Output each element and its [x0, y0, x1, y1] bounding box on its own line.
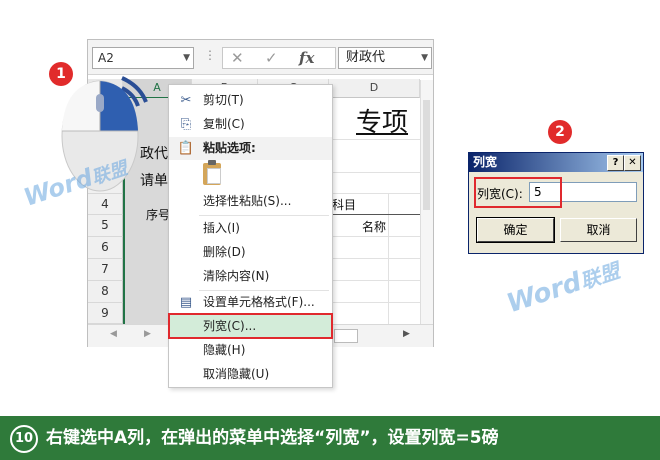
cancel-icon[interactable]: ✕	[231, 48, 244, 68]
clipboard-clip	[208, 160, 216, 165]
step-caption: 右键选中A列，在弹出的菜单中选择“列宽”，设置列宽=5磅	[46, 428, 499, 448]
formula-buttons: ✕ ✓ fx	[222, 47, 336, 69]
row-header-5[interactable]: 5	[88, 215, 123, 237]
more-dots-icon: ⋮	[204, 48, 216, 62]
row-header-6[interactable]: 6	[88, 237, 123, 259]
column-header-d[interactable]: D	[329, 79, 420, 98]
sheet-title: 专项	[356, 108, 409, 138]
name-box-value: A2	[98, 51, 114, 65]
menu-item-paste-options: 📋 粘贴选项:	[169, 137, 332, 160]
scroll-right-icon[interactable]: ▶	[144, 329, 151, 339]
chevron-down-icon[interactable]: ▼	[414, 48, 428, 68]
grid-line	[329, 236, 420, 237]
horizontal-scrollbar[interactable]	[334, 329, 358, 343]
step-badge-1: 1	[49, 62, 73, 86]
fx-icon[interactable]: fx	[299, 48, 314, 68]
clipboard-paper	[207, 168, 221, 184]
menu-item-format-cells[interactable]: ▤ 设置单元格格式(F)...	[169, 291, 332, 314]
menu-item-copy[interactable]: ⎘ 复制(C)	[169, 113, 332, 136]
scissors-icon: ✂	[180, 93, 192, 108]
menu-item-hide[interactable]: 隐藏(H)	[169, 339, 332, 362]
cancel-button[interactable]: 取消	[560, 218, 637, 242]
row-header-4[interactable]: 4	[88, 194, 123, 215]
step-caption-banner: 10 右键选中A列，在弹出的菜单中选择“列宽”，设置列宽=5磅	[0, 416, 660, 460]
scroll-right-icon[interactable]: ▶	[403, 329, 410, 339]
context-menu: ✂ 剪切(T) ⎘ 复制(C) 📋 粘贴选项: 选择性粘贴(S)... 插入(I) 删…	[168, 84, 333, 388]
menu-item-cut[interactable]: ✂ 剪切(T)	[169, 89, 332, 112]
clipboard-icon: 📋	[177, 141, 195, 156]
subject-header: 科目	[332, 198, 357, 212]
column-width-highlight	[168, 313, 333, 339]
format-cells-icon: ▤	[179, 295, 193, 310]
check-icon[interactable]: ✓	[265, 48, 278, 68]
formula-bar[interactable]: 财政代 ▼	[338, 47, 432, 69]
watermark: Word联盟	[503, 258, 623, 320]
row-header-9[interactable]: 9	[88, 303, 123, 324]
menu-item-delete[interactable]: 删除(D)	[169, 241, 332, 264]
ok-button[interactable]: 确定	[476, 217, 555, 243]
paste-clipboard-icon[interactable]	[203, 160, 221, 185]
menu-item-clear-contents[interactable]: 清除内容(N)	[169, 265, 332, 288]
row-header-8[interactable]: 8	[88, 281, 123, 303]
help-icon[interactable]: ?	[607, 155, 624, 171]
menu-separator	[199, 215, 329, 216]
formula-value: 财政代	[346, 50, 386, 65]
step-badge-2: 2	[548, 120, 572, 144]
dialog-field-highlight	[474, 177, 562, 208]
step-number: 10	[10, 425, 38, 453]
table-border	[328, 214, 420, 215]
scroll-left-icon[interactable]: ◀	[110, 329, 117, 339]
grid-line	[329, 193, 420, 194]
grid-line	[329, 258, 420, 259]
menu-item-paste-special[interactable]: 选择性粘贴(S)...	[169, 190, 332, 213]
grid-line	[329, 302, 420, 303]
copy-icon: ⎘	[180, 117, 192, 132]
menu-item-unhide[interactable]: 取消隐藏(U)	[169, 363, 332, 386]
grid-line	[329, 172, 420, 173]
grid-line	[329, 280, 420, 281]
scrollbar-thumb[interactable]	[423, 100, 430, 210]
close-icon[interactable]: ✕	[624, 155, 641, 171]
grid-line	[329, 139, 420, 140]
row-header-7[interactable]: 7	[88, 259, 123, 281]
seq-header: 序号	[146, 208, 171, 222]
name-header: 名称	[362, 220, 387, 234]
menu-item-insert[interactable]: 插入(I)	[169, 217, 332, 240]
chevron-down-icon[interactable]: ▼	[178, 48, 190, 68]
